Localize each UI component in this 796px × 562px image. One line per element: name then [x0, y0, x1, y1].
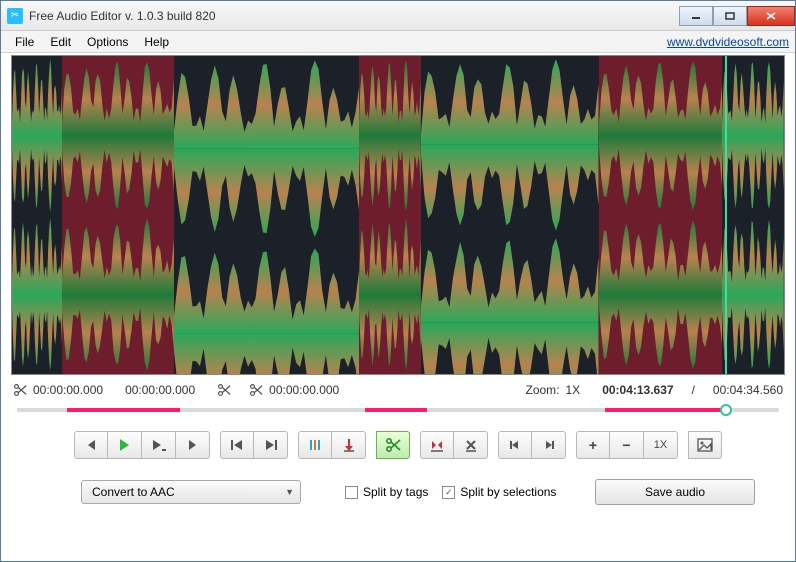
titlebar: ✂ Free Audio Editor v. 1.0.3 build 820: [1, 1, 795, 31]
zoom-value: 1X: [566, 383, 581, 397]
select-end-button[interactable]: [532, 431, 566, 459]
plus-icon: +: [589, 437, 597, 453]
checkbox-box: [442, 486, 455, 499]
select-start-icon: [508, 439, 522, 451]
delete-icon: [464, 438, 478, 452]
select-end-icon: [542, 439, 556, 451]
cut-button[interactable]: [376, 431, 410, 459]
marker-down-icon: [342, 438, 356, 452]
skip-start-icon: [230, 439, 244, 451]
app-window: ✂ Free Audio Editor v. 1.0.3 build 820 F…: [0, 0, 796, 562]
close-button[interactable]: [747, 6, 795, 26]
set-marker-down-button[interactable]: [332, 431, 366, 459]
content-area: 00:00:00.000 00:00:00.000 00:00:00.000 Z…: [1, 53, 795, 561]
split-by-selections-label: Split by selections: [460, 485, 556, 499]
unselected-region[interactable]: [174, 56, 359, 374]
playhead-marker[interactable]: [725, 56, 727, 374]
chevron-down-icon: ▼: [285, 487, 294, 497]
minus-icon: −: [622, 437, 630, 453]
markers-icon: [307, 438, 323, 452]
chevron-left-icon: [88, 440, 95, 450]
unselected-region[interactable]: [12, 56, 62, 374]
cut-group: [376, 431, 410, 459]
toolbar: + − 1X: [11, 425, 785, 471]
timeline[interactable]: [11, 403, 785, 417]
chevron-right-icon: [189, 440, 196, 450]
timeline-playhead[interactable]: [720, 404, 732, 416]
skip-end-button[interactable]: [254, 431, 288, 459]
app-icon: ✂: [7, 8, 23, 24]
timeline-selection-segment: [67, 408, 179, 412]
format-dropdown-label: Convert to AAC: [92, 485, 175, 499]
zoom-label: Zoom:: [525, 383, 559, 397]
waveform-display[interactable]: [11, 55, 785, 375]
split-by-selections-checkbox[interactable]: Split by selections: [442, 485, 556, 499]
selection-end-time: 00:00:00.000: [125, 383, 195, 397]
zoom-reset-button[interactable]: 1X: [644, 431, 678, 459]
set-markers-button[interactable]: [298, 431, 332, 459]
play-button[interactable]: [108, 431, 142, 459]
cut-time: 00:00:00.000: [269, 383, 339, 397]
scissors-icon: [385, 437, 401, 453]
total-time: 00:04:34.560: [713, 383, 783, 397]
image-icon: [697, 438, 713, 452]
timeline-selection-segment: [605, 408, 729, 412]
zoom-out-button[interactable]: −: [610, 431, 644, 459]
image-group: [688, 431, 722, 459]
scissors-icon: [217, 383, 231, 397]
insert-icon: [429, 438, 445, 452]
zoom-in-button[interactable]: +: [576, 431, 610, 459]
playback-group: [74, 431, 210, 459]
skip-start-button[interactable]: [220, 431, 254, 459]
info-row: 00:00:00.000 00:00:00.000 00:00:00.000 Z…: [11, 375, 785, 401]
skip-end-icon: [264, 439, 278, 451]
insert-button[interactable]: [420, 431, 454, 459]
menu-edit[interactable]: Edit: [42, 33, 79, 51]
format-dropdown[interactable]: Convert to AAC ▼: [81, 480, 301, 504]
save-audio-label: Save audio: [645, 485, 705, 499]
unselected-region[interactable]: [421, 56, 599, 374]
website-link[interactable]: www.dvdvideosoft.com: [667, 35, 789, 49]
selected-region[interactable]: [62, 56, 174, 374]
selected-region[interactable]: [599, 56, 723, 374]
split-by-tags-label: Split by tags: [363, 485, 428, 499]
marker-group: [298, 431, 366, 459]
unselected-region[interactable]: [722, 56, 784, 374]
scissors-icon: [13, 383, 27, 397]
current-time: 00:04:13.637: [602, 383, 673, 397]
timeline-selection-segment: [365, 408, 427, 412]
zoom-group: + − 1X: [576, 431, 678, 459]
bottom-bar: Convert to AAC ▼ Split by tags Split by …: [11, 471, 785, 513]
selection-start-time: 00:00:00.000: [33, 383, 103, 397]
select-start-button[interactable]: [498, 431, 532, 459]
checkbox-box: [345, 486, 358, 499]
waveform-regions: [12, 56, 784, 374]
window-title: Free Audio Editor v. 1.0.3 build 820: [29, 9, 216, 23]
scissors-icon: [249, 383, 263, 397]
menu-options[interactable]: Options: [79, 33, 136, 51]
maximize-button[interactable]: [713, 6, 747, 26]
select-group: [498, 431, 566, 459]
prev-frame-button[interactable]: [74, 431, 108, 459]
cover-art-button[interactable]: [688, 431, 722, 459]
menu-file[interactable]: File: [7, 33, 42, 51]
edit-group: [420, 431, 488, 459]
window-controls: [679, 6, 795, 26]
delete-button[interactable]: [454, 431, 488, 459]
play-selection-icon: [151, 438, 167, 452]
skip-group: [220, 431, 288, 459]
save-audio-button[interactable]: Save audio: [595, 479, 755, 505]
play-icon: [120, 439, 129, 451]
zoom-1x-label: 1X: [654, 439, 667, 451]
selected-region[interactable]: [359, 56, 421, 374]
play-selection-button[interactable]: [142, 431, 176, 459]
time-separator: /: [692, 383, 695, 397]
split-by-tags-checkbox[interactable]: Split by tags: [345, 485, 428, 499]
minimize-button[interactable]: [679, 6, 713, 26]
menu-help[interactable]: Help: [136, 33, 177, 51]
next-frame-button[interactable]: [176, 431, 210, 459]
menubar: File Edit Options Help www.dvdvideosoft.…: [1, 31, 795, 53]
